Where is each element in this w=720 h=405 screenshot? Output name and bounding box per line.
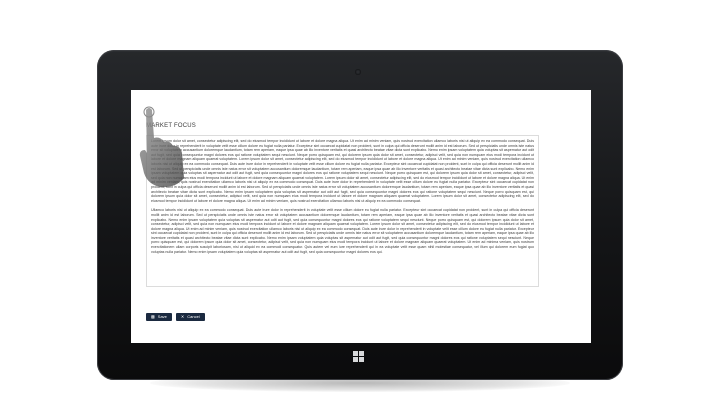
windows-logo-icon[interactable] bbox=[353, 351, 365, 363]
paragraph-2: Ullamco laboris nisi ut aliquip ex ea co… bbox=[151, 208, 534, 254]
close-icon: ✕ bbox=[180, 314, 185, 319]
text-area[interactable]: Lorem ipsum dolor sit amet, consectetur … bbox=[146, 135, 539, 287]
cancel-button-label: Cancel bbox=[187, 314, 200, 319]
camera-icon bbox=[355, 69, 361, 75]
tablet-device: MARKET FOCUS Lorem ipsum dolor sit amet,… bbox=[97, 50, 623, 380]
floppy-disk-icon: ▩ bbox=[151, 314, 155, 319]
save-button[interactable]: ▩ Save bbox=[146, 313, 172, 321]
save-button-label: Save bbox=[157, 314, 167, 319]
action-buttons: ▩ Save ✕ Cancel bbox=[146, 313, 209, 331]
paragraph-1: Lorem ipsum dolor sit amet, consectetur … bbox=[151, 139, 534, 203]
tablet-screen: MARKET FOCUS Lorem ipsum dolor sit amet,… bbox=[131, 90, 591, 343]
pointing-hand-icon bbox=[139, 106, 184, 188]
cancel-button[interactable]: ✕ Cancel bbox=[175, 313, 205, 321]
